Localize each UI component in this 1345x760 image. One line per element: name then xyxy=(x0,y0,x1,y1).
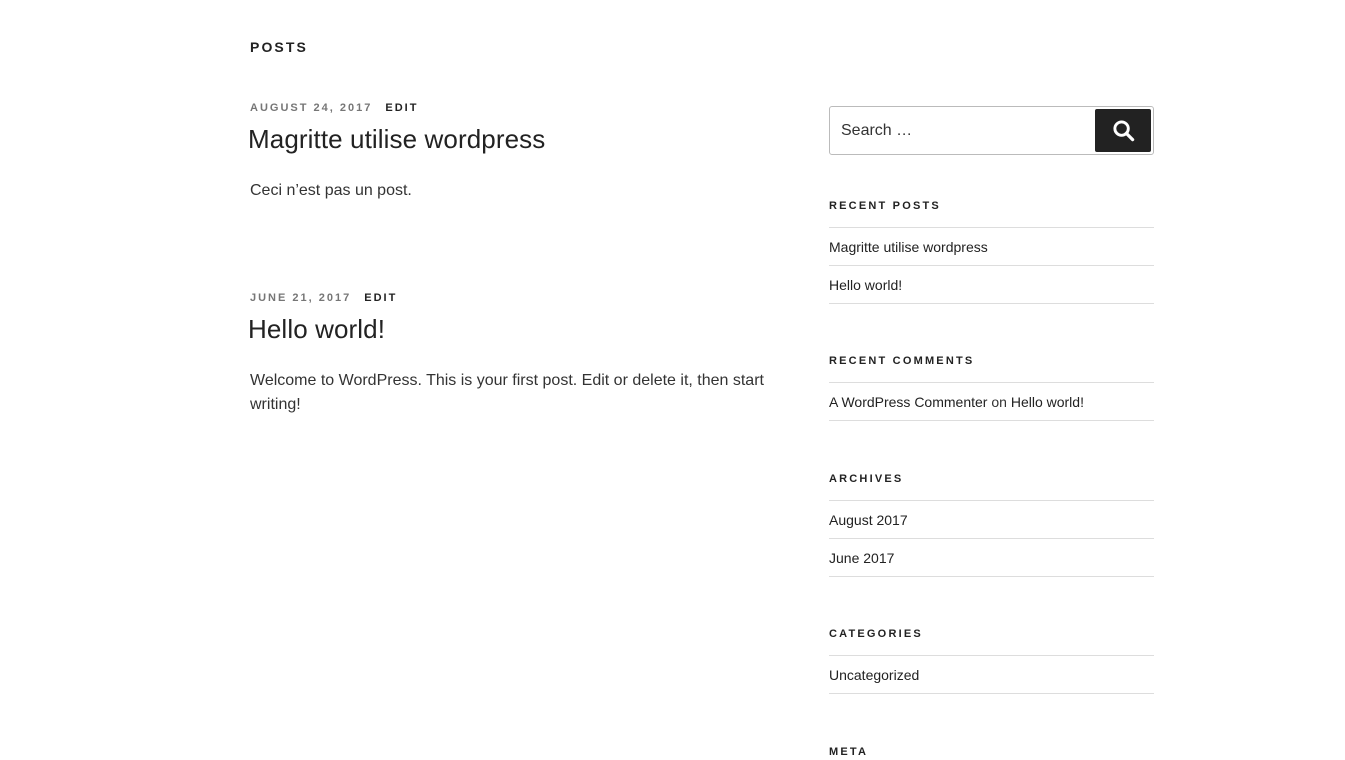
archives-list: August 2017 June 2017 xyxy=(829,500,1154,577)
recent-comments-title: RECENT COMMENTS xyxy=(829,355,975,367)
recent-post-link[interactable]: Magritte utilise wordpress xyxy=(829,239,988,255)
post-date-link[interactable]: JUNE 21, 2017 xyxy=(250,292,351,304)
archives-title: ARCHIVES xyxy=(829,473,904,485)
list-item: Hello world! xyxy=(829,266,1154,304)
list-item: August 2017 xyxy=(829,501,1154,539)
search-icon xyxy=(1112,120,1134,142)
categories-widget: CATEGORIES Uncategorized xyxy=(829,626,1154,694)
categories-title: CATEGORIES xyxy=(829,628,923,640)
sidebar: RECENT POSTS Magritte utilise wordpress … xyxy=(829,106,1154,758)
recent-post-link[interactable]: Hello world! xyxy=(829,277,902,293)
post-date-link[interactable]: AUGUST 24, 2017 xyxy=(250,102,372,114)
page-title: POSTS xyxy=(250,39,308,55)
recent-comments-list: A WordPress Commenter on Hello world! xyxy=(829,382,1154,421)
archive-link[interactable]: August 2017 xyxy=(829,512,908,528)
search-button[interactable] xyxy=(1095,109,1151,152)
archive-link[interactable]: June 2017 xyxy=(829,550,894,566)
search-input[interactable] xyxy=(830,107,1090,154)
post-meta: JUNE 21, 2017 EDIT xyxy=(250,290,780,306)
post-excerpt: Ceci n’est pas un post. xyxy=(250,182,412,199)
edit-post-link[interactable]: EDIT xyxy=(364,292,397,304)
recent-comments-widget: RECENT COMMENTS A WordPress Commenter on… xyxy=(829,353,1154,421)
post-title-link[interactable]: Magritte utilise wordpress xyxy=(248,122,780,156)
list-item: A WordPress Commenter on Hello world! xyxy=(829,383,1154,421)
meta-widget: META xyxy=(829,744,1154,760)
list-item: Magritte utilise wordpress xyxy=(829,228,1154,266)
edit-post-link[interactable]: EDIT xyxy=(385,102,418,114)
recent-posts-widget: RECENT POSTS Magritte utilise wordpress … xyxy=(829,198,1154,304)
post-item: AUGUST 24, 2017 EDIT Magritte utilise wo… xyxy=(248,100,780,203)
post-excerpt: Welcome to WordPress. This is your first… xyxy=(250,372,764,413)
list-item: Uncategorized xyxy=(829,656,1154,694)
archives-widget: ARCHIVES August 2017 June 2017 xyxy=(829,471,1154,577)
post-item: JUNE 21, 2017 EDIT Hello world! Welcome … xyxy=(248,290,780,417)
comment-on-label: on xyxy=(991,394,1007,410)
search-form xyxy=(829,106,1154,155)
categories-list: Uncategorized xyxy=(829,655,1154,694)
post-title-link[interactable]: Hello world! xyxy=(248,312,780,346)
meta-title: META xyxy=(829,746,869,758)
comment-post-link[interactable]: Hello world! xyxy=(1011,394,1084,410)
recent-posts-list: Magritte utilise wordpress Hello world! xyxy=(829,227,1154,304)
recent-posts-title: RECENT POSTS xyxy=(829,200,941,212)
list-item: June 2017 xyxy=(829,539,1154,577)
category-link[interactable]: Uncategorized xyxy=(829,667,919,683)
comment-author-link[interactable]: A WordPress Commenter xyxy=(829,394,987,410)
post-meta: AUGUST 24, 2017 EDIT xyxy=(250,100,780,116)
